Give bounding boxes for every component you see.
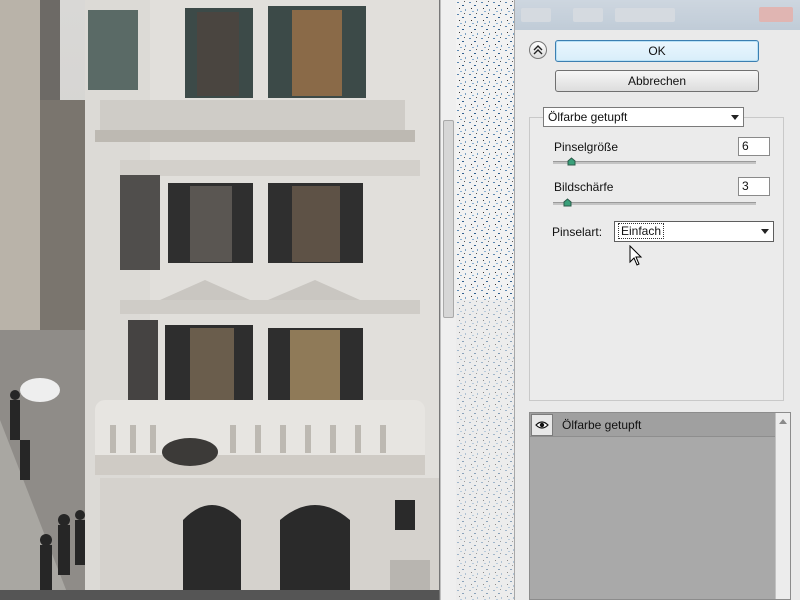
filter-type-select[interactable]: Ölfarbe getupft bbox=[543, 107, 744, 127]
ok-button[interactable]: OK bbox=[555, 40, 759, 62]
filter-preview-image[interactable] bbox=[0, 0, 440, 600]
title-bar-button[interactable] bbox=[615, 8, 675, 22]
close-button[interactable] bbox=[759, 7, 793, 22]
mouse-pointer-icon bbox=[629, 244, 643, 270]
preview-vertical-scrollbar[interactable] bbox=[440, 0, 456, 600]
brush-size-label-text: Pinselgröße bbox=[554, 140, 619, 154]
effect-layer-row[interactable]: Ölfarbe getupft bbox=[530, 413, 776, 437]
filter-gallery-window: OK Abbrechen Pinselgröße 6 Bildschärfe 3… bbox=[0, 0, 800, 600]
sharpness-input[interactable]: 3 bbox=[738, 177, 770, 196]
sharpness-slider[interactable] bbox=[553, 202, 756, 205]
sharpness-slider-thumb[interactable] bbox=[563, 198, 572, 207]
brush-size-input[interactable]: 6 bbox=[738, 137, 770, 156]
title-bar bbox=[515, 0, 800, 30]
layers-scrollbar[interactable] bbox=[775, 413, 790, 599]
brush-size-label: Pinselgröße bbox=[554, 140, 618, 154]
title-bar-button[interactable] bbox=[573, 8, 603, 22]
sharpness-label-text: Bildschärfe bbox=[554, 180, 614, 194]
brush-size-slider-thumb[interactable] bbox=[567, 157, 576, 166]
eye-icon[interactable] bbox=[531, 414, 553, 436]
brush-type-select[interactable]: Einfach bbox=[614, 221, 774, 242]
building-painting bbox=[0, 0, 439, 600]
effect-layer-name: Ölfarbe getupft bbox=[562, 418, 642, 432]
filter-type-value: Ölfarbe getupft bbox=[548, 110, 628, 124]
scrollbar-thumb[interactable] bbox=[443, 120, 454, 318]
effect-layers-panel: Ölfarbe getupft bbox=[529, 412, 791, 600]
chevron-up-icon[interactable] bbox=[779, 419, 787, 424]
filter-settings-dialog: OK Abbrechen Pinselgröße 6 Bildschärfe 3… bbox=[514, 0, 800, 600]
brush-size-slider[interactable] bbox=[553, 161, 756, 164]
brush-type-value: Einfach bbox=[618, 223, 665, 239]
texture-noise bbox=[456, 0, 514, 600]
filter-thumbnail-strip bbox=[456, 0, 514, 600]
filter-settings-panel: Pinselgröße 6 Bildschärfe 3 Pinselart: E… bbox=[529, 117, 784, 401]
brush-type-label: Pinselart: bbox=[552, 225, 603, 239]
chevron-down-icon bbox=[761, 229, 769, 234]
chevron-down-icon bbox=[731, 115, 739, 120]
chevron-double-up-icon[interactable] bbox=[529, 41, 547, 59]
sharpness-label: Bildschärfe bbox=[554, 180, 613, 194]
cancel-button[interactable]: Abbrechen bbox=[555, 70, 759, 92]
title-bar-button[interactable] bbox=[521, 8, 551, 22]
